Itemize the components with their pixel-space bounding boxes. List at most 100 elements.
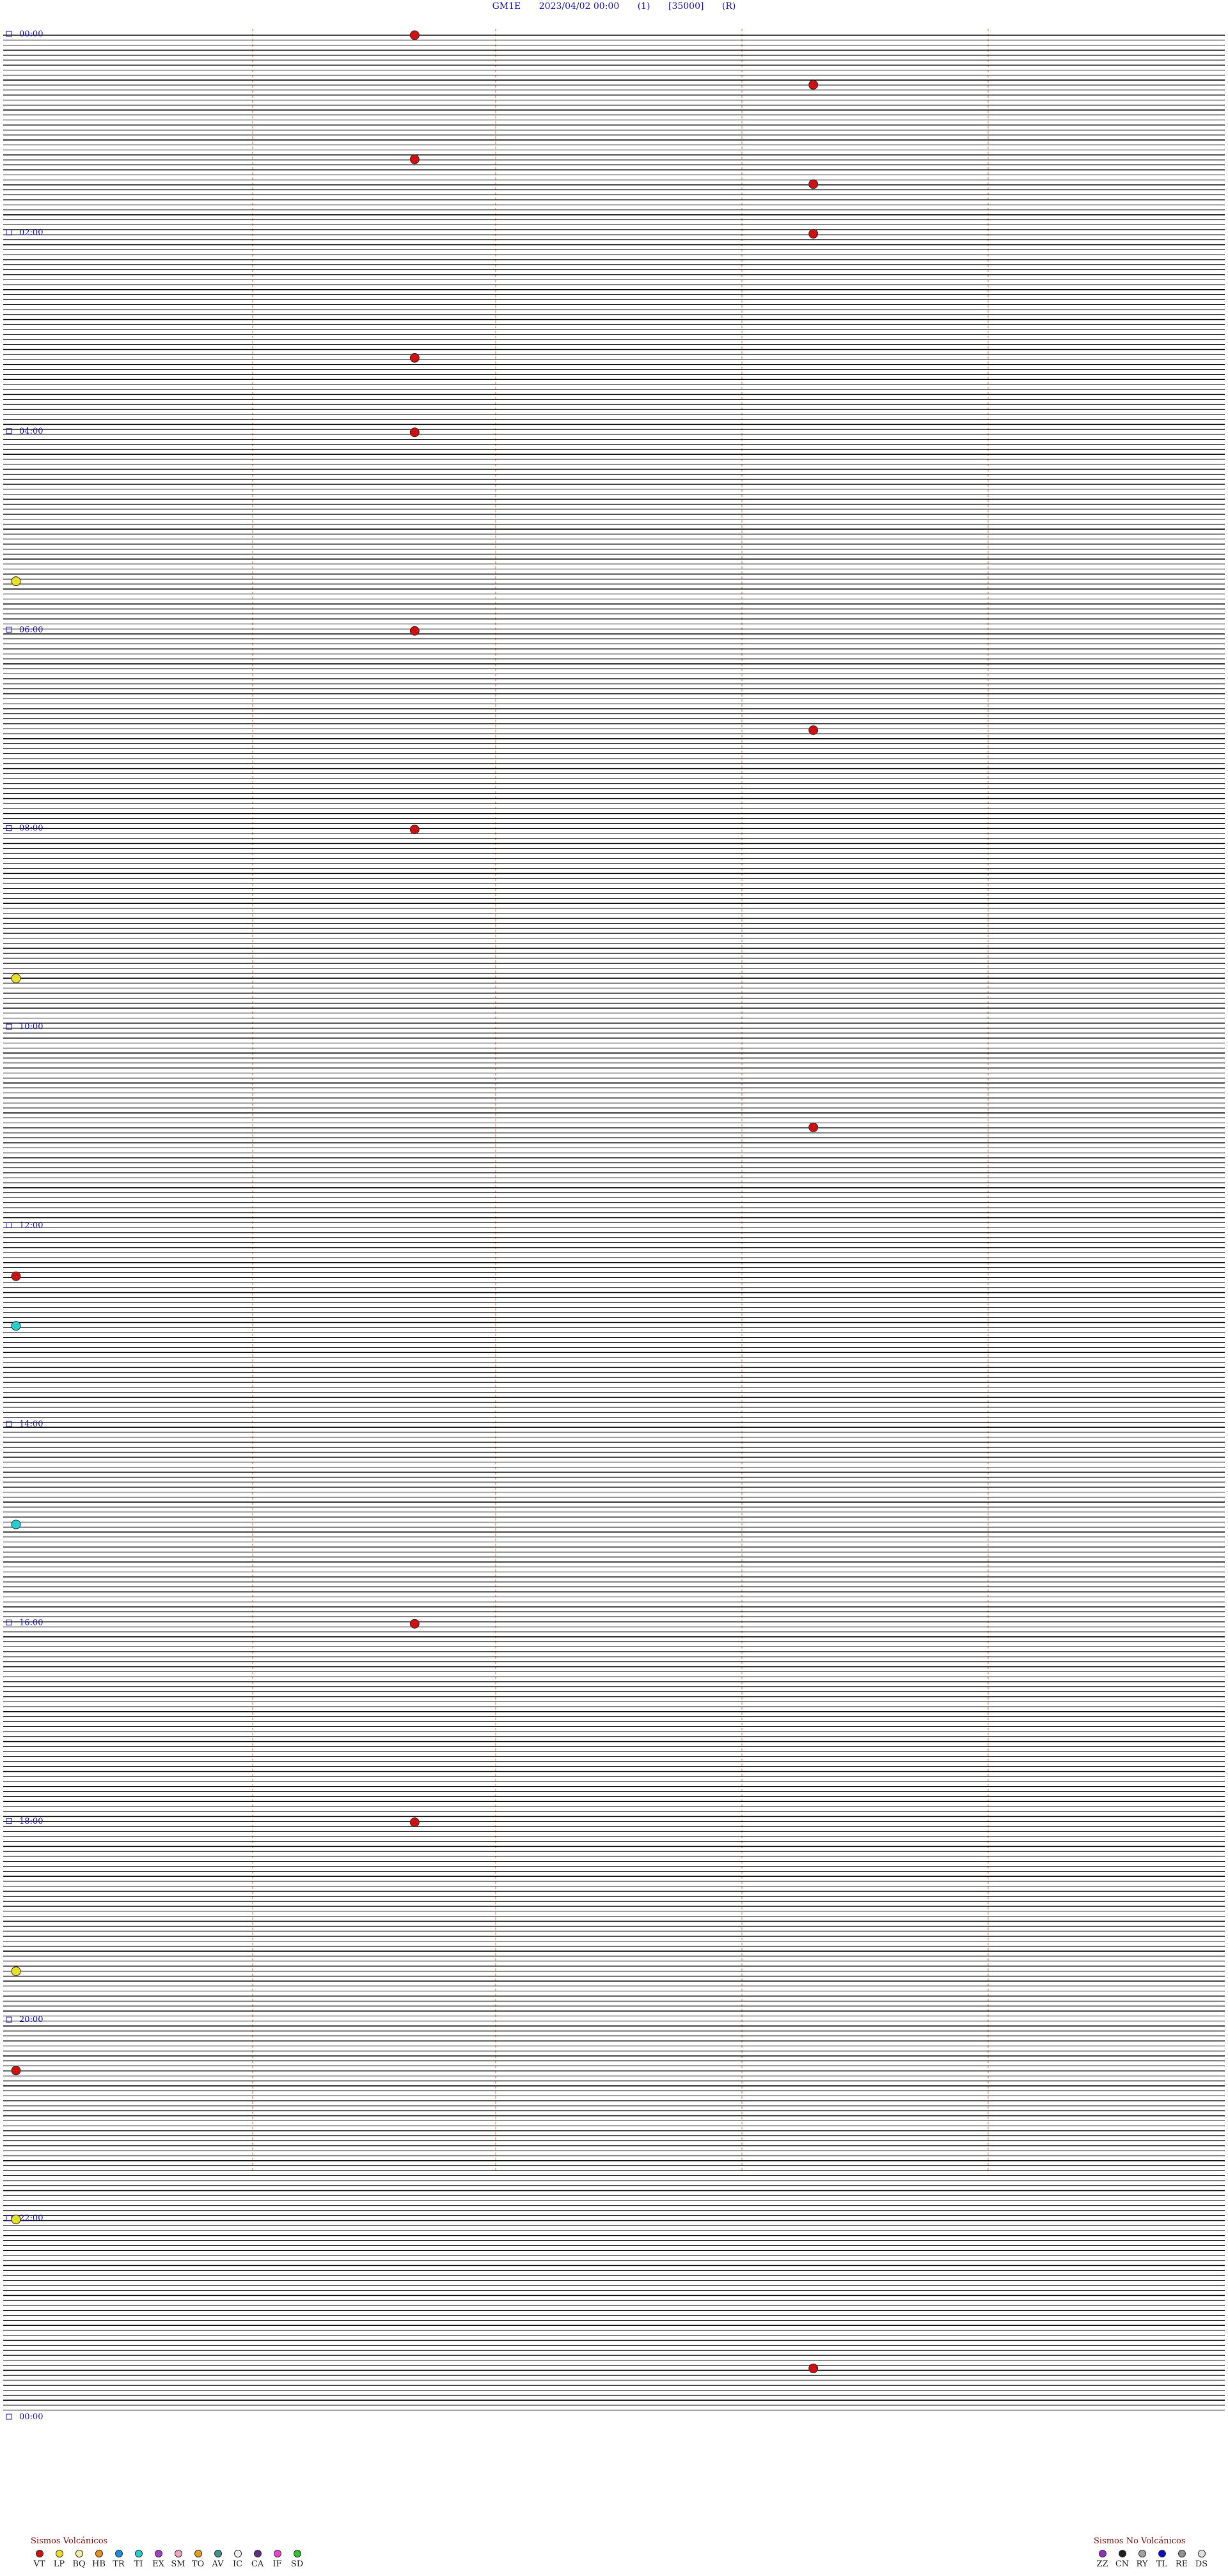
legend-code: CA [251, 2559, 264, 2569]
legend-item-cn: CN [1114, 2550, 1131, 2569]
event-marker-vt [808, 1122, 819, 1132]
hour-marker [6, 2016, 12, 2023]
legend-dot-icon [1098, 2550, 1106, 2557]
legend-dot-icon [1177, 2550, 1186, 2557]
helicorder-plot: 00:00 02:00 04:00 06:00 08:00 10:00 12:00 14:00… [3, 29, 1225, 2422]
legend-item-ex: EX [150, 2550, 167, 2569]
event-marker-vt [808, 179, 819, 189]
legend-nonvolcanic-items: ZZ CN RY TL RE DS [1094, 2550, 1210, 2569]
legend-nonvolcanic: Sismos No Volcánicos ZZ CN RY TL RE DS [1094, 2536, 1210, 2569]
legend-code: SM [171, 2559, 185, 2569]
legend-code: CN [1115, 2559, 1130, 2569]
hour-label: 16:00 [19, 1618, 43, 1627]
legend-dot-icon [1118, 2550, 1126, 2557]
event-marker-tr [11, 1321, 21, 1331]
event-marker-vt [808, 228, 819, 239]
event-marker-vt [409, 352, 420, 363]
legend-dot-icon [214, 2550, 222, 2557]
event-marker-vt [409, 1817, 420, 1828]
event-marker-vt [409, 154, 420, 164]
legend-item-hb: HB [90, 2550, 107, 2569]
legend-item-bq: BQ [70, 2550, 88, 2569]
legend-code: IF [272, 2559, 282, 2569]
legend-volcanic-title: Sismos Volcánicos [31, 2536, 108, 2546]
legend-item-zz: ZZ [1094, 2550, 1111, 2569]
legend-volcanic-items: VT LP BQ HB TR TI EX SM TO AV IC CA IF SD [31, 2550, 306, 2569]
event-marker-vt [409, 1618, 420, 1629]
legend-item-ds: DS [1193, 2550, 1210, 2569]
hour-marker [6, 1023, 12, 1030]
hour-label: 00:00 [19, 2412, 43, 2422]
legend-item-sd: SD [288, 2550, 306, 2569]
hour-marker [6, 1818, 12, 1824]
event-marker-lp [11, 576, 21, 587]
hour-label: 08:00 [19, 824, 43, 834]
legend-nonvolcanic-title: Sismos No Volcánicos [1094, 2536, 1186, 2546]
hour-marker [6, 229, 12, 235]
legend-dot-icon [1197, 2550, 1206, 2557]
legend-dot-icon [134, 2550, 143, 2557]
legend-code: TR [113, 2559, 125, 2569]
legend-item-ic: IC [229, 2550, 246, 2569]
hour-marker [6, 1222, 12, 1228]
hour-marker [6, 1619, 12, 1625]
hour-label: 14:00 [19, 1419, 43, 1429]
event-marker-vt [11, 1271, 21, 1281]
legend-code: VT [33, 2559, 45, 2569]
hour-label: 04:00 [19, 427, 43, 436]
legend-code: BQ [72, 2559, 86, 2569]
legend-dot-icon [35, 2550, 43, 2557]
event-marker-vt [409, 626, 420, 636]
event-marker-vt [808, 725, 819, 735]
event-marker-vt [409, 30, 420, 40]
legend-code: TO [191, 2559, 205, 2569]
legend-item-re: RE [1173, 2550, 1190, 2569]
legend-dot-icon [55, 2550, 63, 2557]
legend-dot-icon [75, 2550, 83, 2557]
legend-code: SD [290, 2559, 304, 2569]
event-marker-vt [808, 80, 819, 90]
legend-code: DS [1195, 2559, 1208, 2569]
legend-code: HB [92, 2559, 106, 2569]
legend-dot-icon [194, 2550, 202, 2557]
hour-marker [6, 2414, 12, 2420]
legend-code: RE [1175, 2559, 1188, 2569]
hour-label: 06:00 [19, 625, 43, 635]
event-marker-lp [11, 2215, 21, 2225]
legend-code: EX [152, 2559, 164, 2569]
legend-item-vt: VT [31, 2550, 48, 2569]
legend-code: TL [1156, 2559, 1168, 2569]
event-marker-tr [11, 1519, 21, 1529]
hour-label: 12:00 [19, 1221, 43, 1231]
event-marker-lp [11, 973, 21, 983]
legend-dot-icon [1158, 2550, 1166, 2557]
legend-dot-icon [1138, 2550, 1146, 2557]
event-marker-vt [808, 2363, 819, 2373]
hour-label: 18:00 [19, 1817, 43, 1826]
hour-label: 00:00 [19, 29, 43, 39]
legend-dot-icon [114, 2550, 123, 2557]
legend-item-ca: CA [249, 2550, 266, 2569]
legend-item-tr: TR [110, 2550, 127, 2569]
hour-label: 20:00 [19, 2015, 43, 2025]
hour-label: 22:00 [19, 2214, 43, 2224]
legend-code: ZZ [1096, 2559, 1108, 2569]
legend-dot-icon [233, 2550, 242, 2557]
hour-marker [6, 626, 12, 633]
hour-label: 10:00 [19, 1022, 43, 1032]
legend-item-ry: RY [1133, 2550, 1151, 2569]
legend-item-tl: TL [1153, 2550, 1170, 2569]
legend-code: IC [232, 2559, 243, 2569]
legend-code: TI [134, 2559, 143, 2569]
legend-item-to: TO [189, 2550, 207, 2569]
legend-volcanic: Sismos Volcánicos VT LP BQ HB TR TI EX SM TO AV IC… [31, 2536, 306, 2569]
legend-dot-icon [174, 2550, 182, 2557]
legend-code: RY [1136, 2559, 1148, 2569]
legend-dot-icon [273, 2550, 281, 2557]
legend-dot-icon [95, 2550, 103, 2557]
event-marker-vt [409, 825, 420, 835]
legend-code: LP [53, 2559, 65, 2569]
legend-dot-icon [253, 2550, 262, 2557]
hour-label: 02:00 [19, 228, 43, 237]
legend-dot-icon [293, 2550, 301, 2557]
